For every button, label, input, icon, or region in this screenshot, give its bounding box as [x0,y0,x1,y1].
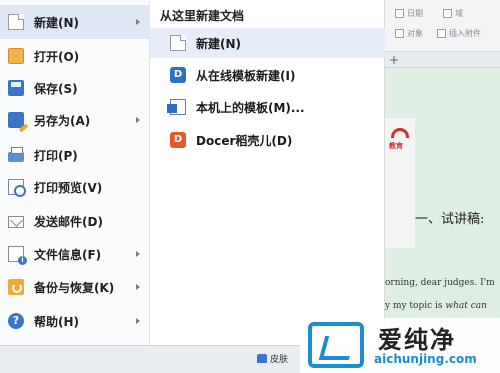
submenu-item-new-blank[interactable]: 新建(N) [150,28,385,58]
menu-item-save[interactable]: 保存(S) [0,71,150,105]
insert-object-button[interactable]: 对象 [395,28,423,39]
menu-item-open[interactable]: 打开(O) [0,39,150,73]
submenu-item-online-template[interactable]: D 从在线模板新建(I) [150,60,385,90]
blank-doc-icon [170,35,186,51]
mail-icon [8,216,24,228]
document-text-line: orning, dear judges. I'm [385,278,495,288]
printer-icon [8,146,24,162]
watermark-brand: 爱纯净 [378,326,456,354]
save-as-icon [8,112,24,128]
menu-item-help[interactable]: ? 帮助(H) [0,304,150,338]
new-submenu: 从这里新建文档 新建(N) D 从在线模板新建(I) 本机上的模板(M)... … [150,0,385,345]
menu-item-print[interactable]: 打印(P) [0,138,150,172]
local-template-icon [167,99,186,115]
site-watermark: 爱纯净 aichunjing.com [300,318,500,373]
skin-button[interactable]: 皮肤 [257,352,288,365]
menu-item-save-as[interactable]: 另存为(A) [0,103,150,137]
attachment-icon [437,29,446,38]
file-info-icon [8,246,27,265]
menu-item-new[interactable]: 新建(N) [0,5,150,39]
submenu-item-local-template[interactable]: 本机上的模板(M)... [150,92,385,122]
chevron-right-icon [136,284,140,290]
ribbon-toolbar: 日期 域 对象 插入附件 [385,0,500,52]
new-file-icon [8,14,24,30]
submenu-item-docer[interactable]: D Docer稻壳儿(D) [150,125,385,155]
docer-icon: D [170,132,186,148]
insert-date-button[interactable]: 日期 [395,8,423,19]
insert-attachment-button[interactable]: 插入附件 [437,28,481,39]
folder-icon [8,48,24,64]
submenu-title: 从这里新建文档 [160,9,245,23]
chevron-right-icon [136,318,140,324]
chevron-right-icon [136,117,140,123]
new-tab-button[interactable]: + [389,53,399,67]
embedded-logo: 教育 [389,124,413,174]
help-icon: ? [8,313,24,329]
document-text-line: y my topic is what can [385,301,487,311]
chevron-right-icon [136,251,140,257]
menu-item-backup[interactable]: 备份与恢复(K) [0,270,150,304]
document-heading: 一、试讲稿: [415,212,485,227]
field-icon [443,9,452,18]
object-icon [395,29,404,38]
watermark-url: aichunjing.com [374,352,477,366]
chevron-right-icon [136,19,140,25]
menu-item-send-mail[interactable]: 发送邮件(D) [0,204,150,238]
shirt-icon [257,354,267,363]
calendar-icon [395,9,404,18]
save-icon [8,80,24,96]
document-tab-bar: + [385,52,500,68]
document-canvas[interactable]: 教育 一、试讲稿: orning, dear judges. I'm y my … [385,68,500,345]
backup-icon [8,279,24,295]
menu-item-print-preview[interactable]: 打印预览(V) [0,170,150,204]
watermark-logo-icon [308,322,364,368]
print-preview-icon [8,179,26,197]
insert-field-button[interactable]: 域 [443,8,463,19]
online-template-icon: D [170,67,186,83]
file-menu: 新建(N) 打开(O) 保存(S) 另存为(A) 打印(P) 打印预览(V) 发… [0,0,150,345]
menu-item-file-info[interactable]: 文件信息(F) [0,237,150,271]
